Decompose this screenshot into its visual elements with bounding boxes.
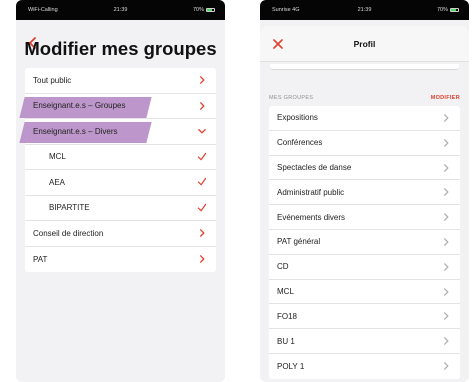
list-item[interactable]: FO18 xyxy=(269,304,460,330)
list-item[interactable]: MCL xyxy=(269,280,460,305)
battery-percent: 70% xyxy=(192,7,204,13)
list-item-label: Conférences xyxy=(277,138,323,148)
list-item[interactable]: MCL xyxy=(25,145,216,170)
chevron-right-icon xyxy=(444,262,449,271)
chevron-right-icon xyxy=(444,213,449,222)
list-item-label: MCL xyxy=(277,286,294,296)
page-title: Modifier mes groupes xyxy=(24,38,217,59)
list-item-label: BU 1 xyxy=(277,336,295,346)
list-item-label: MCL xyxy=(49,152,66,162)
nav-header: Profil xyxy=(260,26,469,62)
list-item[interactable]: Evénements divers xyxy=(269,205,460,230)
chevron-right-icon xyxy=(444,337,449,345)
list-item-label: POLY 1 xyxy=(277,361,305,371)
chevron-right-icon xyxy=(444,163,449,172)
checkmark-icon xyxy=(197,203,207,211)
list-item-label: Conseil de direction xyxy=(33,228,104,238)
list-item[interactable]: BIPARTITE xyxy=(25,196,216,221)
list-item[interactable]: CD xyxy=(269,255,460,280)
list-item-label: Expositions xyxy=(277,113,318,123)
list-item-label: AEA xyxy=(49,177,66,187)
chevron-right-icon xyxy=(444,312,449,321)
battery-indicator: 70% xyxy=(193,7,215,13)
battery-icon xyxy=(450,7,459,12)
chevron-right-icon xyxy=(200,229,205,237)
list-item[interactable]: POLY 1 xyxy=(269,354,460,379)
chevron-right-icon xyxy=(200,254,205,263)
chevron-right-icon xyxy=(444,138,449,147)
list-item-label: PAT xyxy=(33,254,48,264)
list-item-label: Spectacles de danse xyxy=(277,162,352,172)
list-item[interactable]: Conférences xyxy=(269,131,460,156)
section-header: MES GROUPES MODIFIER xyxy=(269,95,460,101)
list-item-label: Tout public xyxy=(33,75,72,85)
my-groups-list: Expositions Conférences Spectacles de dans… xyxy=(269,106,460,379)
battery-indicator: 70% xyxy=(437,7,459,13)
chevron-right-icon xyxy=(444,188,449,197)
list-item-label: Administratif public xyxy=(277,187,345,197)
nav-title: Profil xyxy=(353,39,376,49)
list-item-label: BIPARTITE xyxy=(49,203,90,213)
list-item[interactable]: Enseignant.e.s – Divers xyxy=(19,119,216,145)
list-item[interactable]: Tout public xyxy=(25,68,216,94)
chevron-right-icon xyxy=(444,362,449,370)
chevron-right-icon xyxy=(200,76,205,84)
right-phone-screen: Sunrise 4G 21:39 70% Profil MES GROUPES … xyxy=(260,0,469,382)
chevron-right-icon xyxy=(200,101,205,110)
status-bar: Sunrise 4G 21:39 70% xyxy=(260,0,469,20)
chevron-right-icon xyxy=(444,114,449,122)
section-title: MES GROUPES xyxy=(269,95,314,101)
chevron-down-icon xyxy=(198,129,206,134)
battery-icon xyxy=(206,7,215,12)
battery-percent: 70% xyxy=(436,7,448,13)
list-item-label: FO18 xyxy=(277,311,298,321)
list-item[interactable]: Enseignant.e.s – Groupes xyxy=(19,94,216,119)
list-item[interactable]: Expositions xyxy=(269,106,460,131)
checkmark-icon xyxy=(197,177,207,186)
list-item[interactable]: PAT général xyxy=(269,230,460,255)
list-item-label: Enseignant.e.s – Groupes xyxy=(33,101,126,111)
checkmark-icon xyxy=(197,152,207,160)
left-phone-screen: WiFi-Calling 21:39 70% Modifier mes grou… xyxy=(16,0,225,382)
list-item[interactable]: PAT xyxy=(25,247,216,273)
status-bar: WiFi-Calling 21:39 70% xyxy=(16,0,225,20)
group-list: Tout public Enseignant.e.s – Groupes Ensei… xyxy=(19,68,216,273)
list-item-label: CD xyxy=(277,262,289,272)
list-item[interactable]: AEA xyxy=(25,170,216,196)
modify-button[interactable]: MODIFIER xyxy=(431,95,460,101)
list-item-label: PAT général xyxy=(277,237,321,247)
profile-card-edge xyxy=(270,64,459,70)
list-item[interactable]: Conseil de direction xyxy=(25,221,216,247)
list-item[interactable]: BU 1 xyxy=(269,329,460,354)
list-item[interactable]: Administratif public xyxy=(269,180,460,206)
list-item[interactable]: Spectacles de danse xyxy=(269,156,460,181)
list-item-label: Evénements divers xyxy=(277,212,346,222)
list-item-label: Enseignant.e.s – Divers xyxy=(33,126,118,136)
chevron-right-icon xyxy=(444,238,449,246)
chevron-right-icon xyxy=(444,287,449,296)
